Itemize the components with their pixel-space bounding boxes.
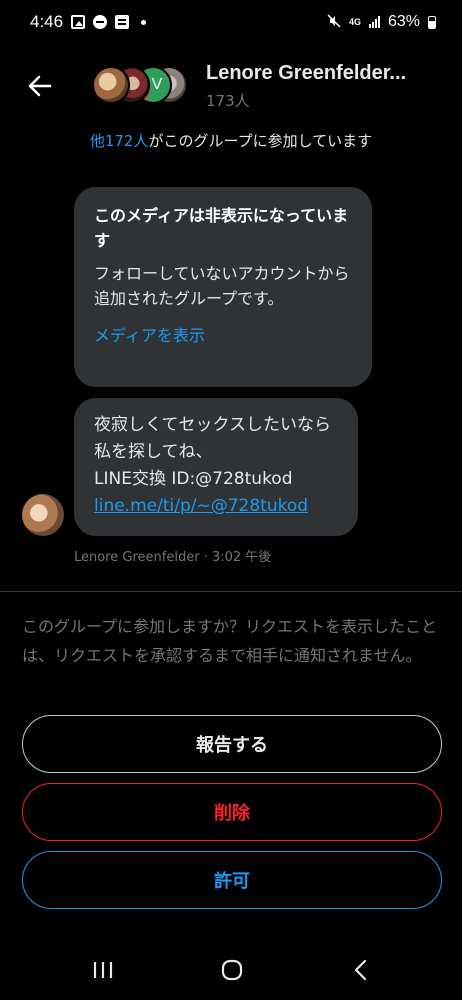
divider <box>0 591 462 592</box>
chevron-left-icon <box>354 959 367 981</box>
message-bubble: 夜寂しくてセックスしたいなら私を探してね、 LINE交換 ID:@728tuko… <box>74 398 358 536</box>
home-button[interactable] <box>217 958 247 982</box>
network-type: 4G <box>348 16 361 27</box>
allow-button[interactable]: 許可 <box>22 851 442 909</box>
back-button[interactable] <box>24 70 56 102</box>
recent-apps-button[interactable] <box>88 958 118 982</box>
request-description: このグループに参加しますか？リクエストを表示したことは、リクエストを承認するまで… <box>22 617 438 665</box>
group-avatars[interactable]: V <box>92 66 192 106</box>
member-avatar <box>92 66 130 104</box>
gallery-icon <box>71 15 86 29</box>
document-icon <box>115 15 130 29</box>
mute-icon <box>327 13 341 31</box>
hidden-media-title: このメディアは非表示になっています <box>94 206 349 250</box>
signal-icon <box>368 16 380 28</box>
system-message-text: がこのグループに参加しています <box>148 132 373 150</box>
status-time: 4:46 <box>30 12 64 31</box>
report-button[interactable]: 報告する <box>22 715 442 773</box>
arrow-left-icon <box>28 75 52 97</box>
status-bar: 4:46 4G 63% <box>0 0 462 44</box>
members-link[interactable]: 他172人 <box>90 132 149 150</box>
system-message: 他172人がこのグループに参加しています <box>0 130 462 151</box>
message-text: 夜寂しくてセックスしたいなら私を探してね、 <box>94 415 331 462</box>
system-back-button[interactable] <box>346 958 376 982</box>
delete-button[interactable]: 削除 <box>22 783 442 841</box>
battery-percent: 63% <box>387 13 420 30</box>
battery-icon <box>428 15 436 29</box>
home-icon <box>221 959 243 981</box>
member-count: 173人 <box>206 92 250 110</box>
recent-apps-icon <box>93 962 113 978</box>
notification-dot-icon <box>141 19 147 25</box>
system-nav-bar <box>0 940 462 1000</box>
sender-avatar[interactable] <box>22 494 64 536</box>
do-not-disturb-icon <box>93 15 108 29</box>
show-media-link[interactable]: メディアを表示 <box>94 323 205 348</box>
message-meta: Lenore Greenfelder · 3:02 午後 <box>74 550 272 565</box>
message-text-id: LINE交換 ID:@728tukod <box>94 469 293 489</box>
hidden-media-bubble: このメディアは非表示になっています フォローしていないアカウントから追加されたグ… <box>74 187 372 387</box>
group-name[interactable]: Lenore Greenfelder... <box>206 62 406 85</box>
hidden-media-body: フォローしていないアカウントから追加されたグループです。 <box>94 264 350 308</box>
message-link[interactable]: line.me/ti/p/~@728tukod <box>94 493 338 520</box>
conversation-header: V Lenore Greenfelder... 173人 <box>0 52 462 120</box>
